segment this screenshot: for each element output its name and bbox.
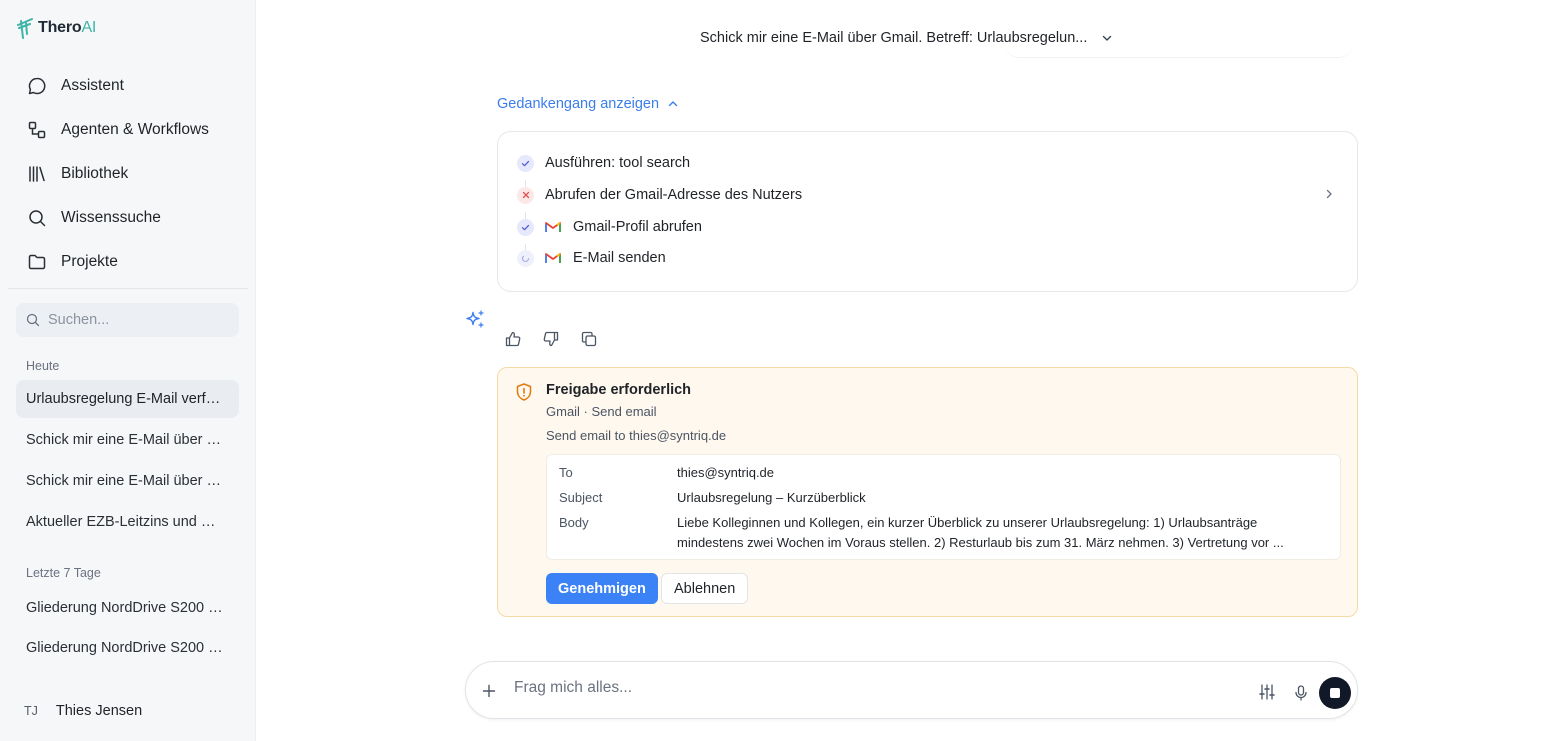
history-item[interactable]: Gliederung NordDrive S200 Produktblatt [16,589,239,627]
thumbs-down-icon[interactable] [542,330,560,348]
history-item-label: Urlaubsregelung E-Mail verfassen [26,391,226,407]
history-item-label: Schick mir eine E-Mail über Gmail [26,473,226,489]
subject-value: Urlaubsregelung – Kurzüberblick [677,490,866,505]
check-icon [517,218,534,236]
history-item-label: Aktueller EZB-Leitzins und Gold [26,514,226,530]
body-label: Body [559,515,589,530]
sidebar-divider [8,288,248,289]
plus-icon[interactable] [482,684,496,698]
main-nav: Assistent Agenten & Workflows Bibliothek… [16,64,240,284]
stop-icon [1330,688,1340,698]
nav-item-wissenssuche[interactable]: Wissenssuche [16,196,240,240]
nav-label: Agenten & Workflows [61,121,209,138]
step-label: E-Mail senden [573,250,666,266]
workflow-icon [28,121,46,139]
nav-item-bibliothek[interactable]: Bibliothek [16,152,240,196]
history-item[interactable]: Schick mir eine E-Mail über Gmail [16,462,239,500]
chat-title-text: Schick mir eine E-Mail über Gmail. Betre… [700,30,1088,46]
search-input[interactable] [48,312,228,328]
email-details: To thies@syntriq.de Subject Urlaubsregel… [546,454,1341,560]
history-item-label: Gliederung NordDrive S200 Produktblatt [26,640,226,656]
history-item-label: Gliederung NordDrive S200 Produktblatt [26,600,226,616]
message-actions [504,330,598,348]
history-item[interactable]: Aktueller EZB-Leitzins und Gold [16,503,239,541]
chevron-right-icon[interactable] [1323,188,1335,200]
step-item: Ausführen: tool search [517,151,690,175]
thought-toggle-label: Gedankengang anzeigen [497,96,660,112]
assistant-sparkle-icon [466,310,484,328]
microphone-icon[interactable] [1294,685,1308,701]
step-item[interactable]: Abrufen der Gmail-Adresse des Nutzers [517,183,802,207]
sidebar-search[interactable] [16,303,239,337]
body-value-line-2: mindestens zwei Wochen im Voraus stellen… [677,535,1284,550]
folder-icon [28,254,46,270]
thought-steps-panel: Ausführen: tool search Abrufen der Gmail… [497,131,1358,292]
search-icon [29,210,46,227]
nav-label: Projekte [61,253,118,270]
to-label: To [559,465,573,480]
history-item[interactable]: Schick mir eine E-Mail über Gmail [16,421,239,459]
history-item[interactable]: Urlaubsregelung E-Mail verfassen [16,380,239,418]
avatar: TJ [24,704,38,718]
check-icon [517,154,534,172]
chat-bubble-icon [28,77,46,95]
body-value-line-1: Liebe Kolleginnen und Kollegen, ein kurz… [677,515,1258,530]
approval-card: Freigabe erforderlich Gmail · Send email… [497,367,1358,617]
logo-text: TheroAI [38,19,97,36]
section-label-week: Letzte 7 Tage [26,566,101,580]
history-item-label: Schick mir eine E-Mail über Gmail [26,432,226,448]
nav-label: Wissenssuche [61,209,161,226]
thought-process-toggle[interactable]: Gedankengang anzeigen [497,96,679,112]
sidebar: TheroAI Assistent Agenten & Workflows Bi… [0,0,256,741]
app-logo[interactable]: TheroAI [17,17,96,39]
message-composer [465,661,1358,719]
thumbs-up-icon[interactable] [504,330,522,348]
approval-subtitle: Gmail · Send email [546,404,657,419]
library-icon [29,166,45,182]
shield-warning-icon [516,383,532,401]
loading-spinner-icon [517,249,534,267]
to-value: thies@syntriq.de [677,465,775,480]
step-label: Gmail-Profil abrufen [573,219,702,235]
stop-generation-button[interactable] [1319,677,1351,709]
chevron-down-icon [1103,35,1112,41]
nav-item-assistent[interactable]: Assistent [16,64,240,108]
logo-icon [17,18,33,39]
reject-button[interactable]: Ablehnen [661,573,749,604]
subject-label: Subject [559,490,603,505]
step-item: E-Mail senden [517,246,666,270]
error-x-icon [517,186,534,204]
history-item[interactable]: Gliederung NordDrive S200 Produktblatt [16,629,239,667]
nav-item-projekte[interactable]: Projekte [16,240,240,284]
gmail-icon [545,252,561,264]
approve-button[interactable]: Genehmigen [546,573,658,604]
search-icon [26,313,40,327]
approval-title: Freigabe erforderlich [546,382,692,398]
nav-label: Assistent [61,77,124,94]
message-input[interactable] [514,679,1214,697]
user-profile[interactable]: TJ Thies Jensen [24,703,142,719]
user-name: Thies Jensen [55,703,143,719]
section-label-today: Heute [26,359,60,373]
copy-icon[interactable] [580,330,598,348]
step-label: Ausführen: tool search [545,155,691,171]
settings-sliders-icon[interactable] [1258,684,1276,700]
gmail-icon [545,221,561,233]
nav-label: Bibliothek [61,165,129,182]
step-item: Gmail-Profil abrufen [517,215,702,239]
chevron-up-icon [668,101,678,107]
step-label: Abrufen der Gmail-Adresse des Nutzers [545,187,803,203]
nav-item-agenten-workflows[interactable]: Agenten & Workflows [16,108,240,152]
approval-description: Send email to thies@syntriq.de [546,428,727,443]
chat-title[interactable]: Schick mir eine E-Mail über Gmail. Betre… [700,30,1113,46]
